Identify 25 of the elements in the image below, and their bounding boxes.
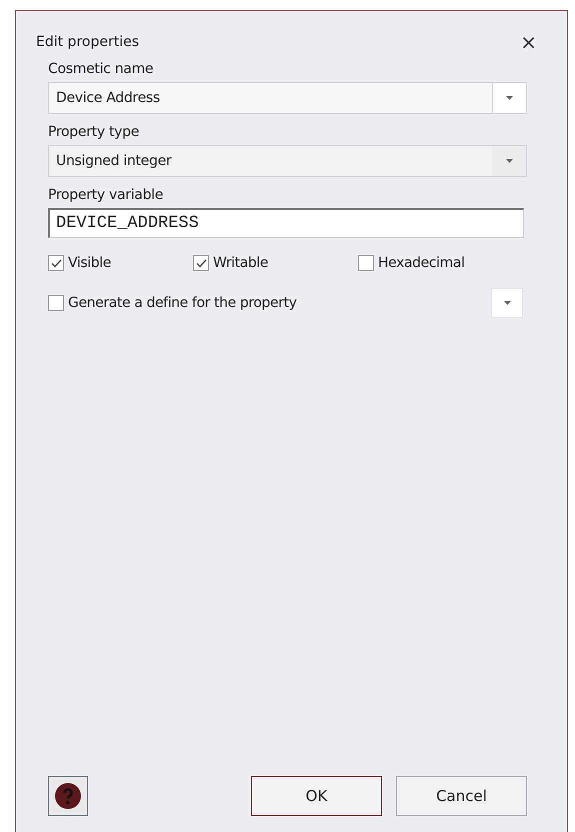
checkbox[interactable] [358,255,374,271]
dropdown-arrow-icon [506,96,513,100]
checkbox-label: Writable [213,255,268,271]
checkbox-label: Generate a define for the property [68,295,297,311]
ok-button[interactable]: OK [251,776,382,816]
dropdown-arrow-icon [504,301,510,305]
dropdown-field[interactable]: Unsigned integer [48,145,527,177]
help-icon [54,782,82,810]
field-label: Property type [48,124,140,140]
field-label: Property variable [48,187,164,203]
checkbox[interactable] [48,255,64,271]
dropdown-arrow-icon [506,159,512,163]
window-title: Edit properties [36,34,140,50]
input-field[interactable]: DEVICE_ADDRESS [48,208,524,238]
checkbox-label: Visible [68,255,111,271]
check-icon [196,258,206,268]
cancel-button[interactable]: Cancel [396,776,527,816]
field-label: Cosmetic name [48,61,154,77]
checkbox-label: Hexadecimal [378,255,465,271]
checkbox[interactable] [193,255,209,271]
close-button[interactable]: × [520,32,537,52]
check-icon [50,258,62,268]
help-button[interactable] [48,776,88,816]
dropdown-field[interactable]: Device Address [48,82,527,114]
checkbox[interactable] [48,295,64,311]
